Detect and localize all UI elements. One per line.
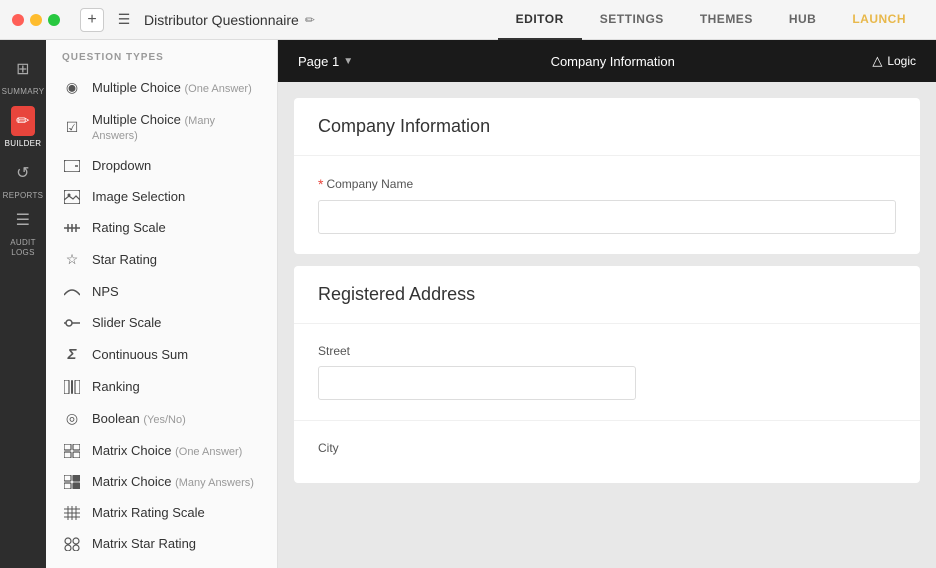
title-bar: + ☰ Distributor Questionnaire ✏ EDITOR S… [0,0,936,40]
qt-boolean[interactable]: ◎ Boolean (Yes/No) [46,402,277,435]
tab-hub[interactable]: HUB [771,0,835,40]
summary-icon: ⊞ [16,59,30,79]
required-star: * [318,176,323,192]
app-title: Distributor Questionnaire ✏ [144,12,315,28]
street-input[interactable] [318,366,636,400]
page-selector[interactable]: Page 1 ▼ [298,54,353,69]
qt-dropdown[interactable]: Dropdown [46,150,277,181]
city-label: City [318,441,896,455]
company-name-input[interactable] [318,200,896,234]
rating-scale-icon [62,221,82,235]
company-name-label: * Company Name [318,176,896,192]
qt-image-selection[interactable]: Image Selection [46,181,277,212]
registered-address-section: Registered Address Street City [294,266,920,483]
sidebar-item-builder[interactable]: ✏ BUILDER [0,102,46,152]
main-layout: ⊞ SUMMARY ✏ BUILDER ↺ REPORTS ☰ AUDIT LO… [0,40,936,568]
radio-icon: ◉ [62,79,82,96]
page-dropdown-icon: ▼ [343,56,353,67]
edit-title-icon[interactable]: ✏ [305,13,315,27]
matrix-rating-icon [62,506,82,520]
sidebar-item-summary[interactable]: ⊞ SUMMARY [0,50,46,100]
street-field: Street [294,324,920,420]
left-sidebar: ⊞ SUMMARY ✏ BUILDER ↺ REPORTS ☰ AUDIT LO… [0,40,46,568]
company-info-section: Company Information * Company Name [294,98,920,254]
sidebar-item-audit-logs[interactable]: ☰ AUDIT LOGS [0,206,46,256]
nav-tabs: EDITOR SETTINGS THEMES HUB LAUNCH [498,0,924,40]
matrix-star-icon [62,537,82,551]
qt-matrix-rating-scale[interactable]: Matrix Rating Scale [46,497,277,528]
qt-star-rating[interactable]: ☆ Star Rating [46,243,277,276]
question-types-panel: QUESTION TYPES ◉ Multiple Choice (One An… [46,40,278,568]
star-icon: ☆ [62,251,82,268]
panel-header: QUESTION TYPES [46,40,277,71]
qt-multiple-choice-many[interactable]: ☑ Multiple Choice (Many Answers) [46,104,277,150]
close-button[interactable] [12,14,24,26]
tab-editor[interactable]: EDITOR [498,0,582,40]
sidebar-item-reports[interactable]: ↺ REPORTS [0,154,46,204]
tab-settings[interactable]: SETTINGS [582,0,682,40]
page-header: Page 1 ▼ Company Information △ Logic [278,40,936,82]
builder-icon: ✏ [16,111,30,131]
qt-nps[interactable]: NPS [46,276,277,307]
reports-icon: ↺ [16,163,30,183]
street-label: Street [318,344,896,358]
qt-matrix-choice-many[interactable]: Matrix Choice (Many Answers) [46,466,277,497]
matrix-one-icon [62,444,82,458]
logic-icon: △ [872,53,882,69]
audit-logs-icon: ☰ [16,210,31,230]
qt-multiple-choice-one[interactable]: ◉ Multiple Choice (One Answer) [46,71,277,104]
main-content: Page 1 ▼ Company Information △ Logic Com… [278,40,936,568]
boolean-icon: ◎ [62,410,82,427]
checkbox-icon: ☑ [62,119,82,136]
traffic-lights [12,14,60,26]
logic-button[interactable]: △ Logic [872,53,916,69]
qt-matrix-star-rating[interactable]: Matrix Star Rating [46,528,277,559]
slider-icon [62,318,82,328]
maximize-button[interactable] [48,14,60,26]
ranking-icon [62,380,82,394]
add-button[interactable]: + [80,8,104,32]
qt-continuous-sum[interactable]: Σ Continuous Sum [46,338,277,371]
tab-themes[interactable]: THEMES [682,0,771,40]
qt-ranking[interactable]: Ranking [46,371,277,402]
qt-slider-scale[interactable]: Slider Scale [46,307,277,338]
matrix-many-icon [62,475,82,489]
minimize-button[interactable] [30,14,42,26]
qt-rating-scale[interactable]: Rating Scale [46,212,277,243]
nps-icon [62,287,82,297]
image-icon [62,190,82,204]
sigma-icon: Σ [62,346,82,363]
tab-launch[interactable]: LAUNCH [834,0,924,40]
page-title: Company Information [353,54,872,69]
company-name-field: * Company Name [294,156,920,254]
registered-address-title: Registered Address [294,266,920,324]
company-info-title: Company Information [294,98,920,156]
qt-matrix-choice-one[interactable]: Matrix Choice (One Answer) [46,435,277,466]
city-field: City [294,421,920,483]
dropdown-icon [62,160,82,172]
content-area: Company Information * Company Name Regis… [278,82,936,511]
menu-button[interactable]: ☰ [112,8,136,32]
